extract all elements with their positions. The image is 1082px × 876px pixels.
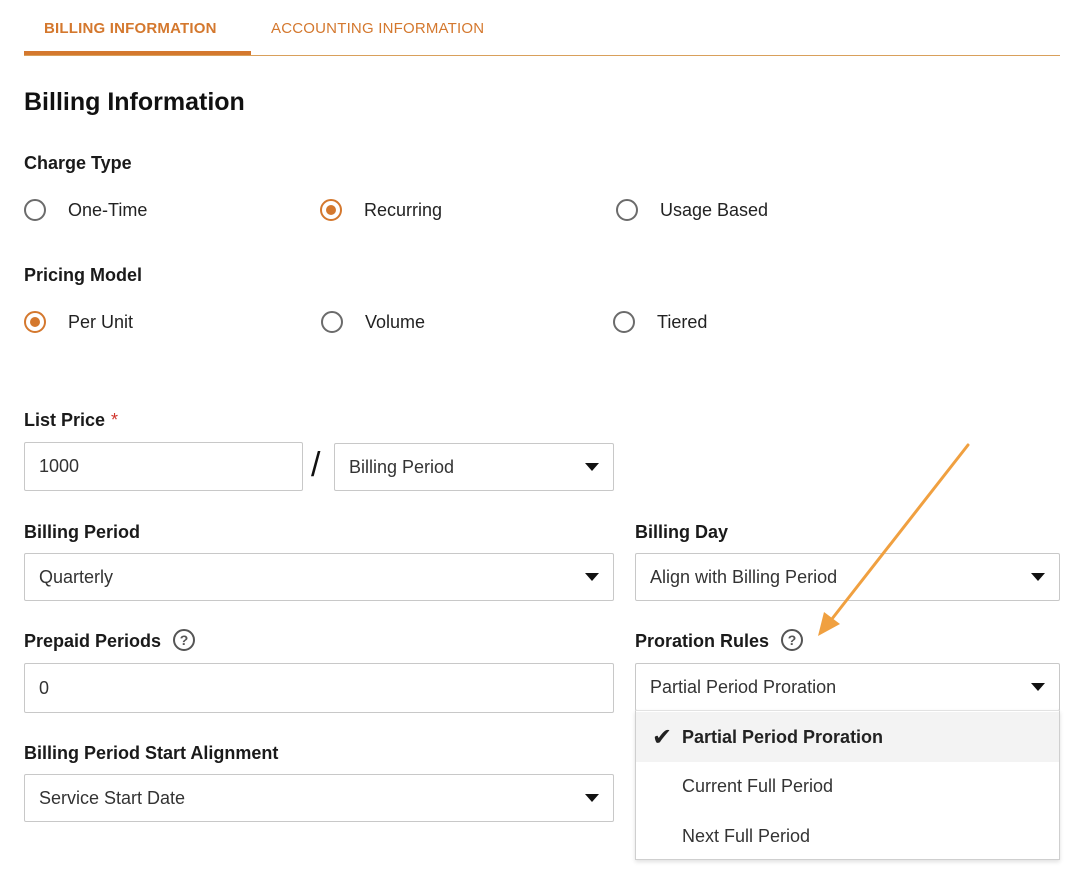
- proration-rules-label-text: Proration Rules: [635, 631, 770, 651]
- radio-volume[interactable]: Volume: [321, 311, 425, 333]
- question-circle-icon[interactable]: ?: [781, 629, 804, 652]
- radio-label: Usage Based: [660, 199, 769, 220]
- question-circle-icon[interactable]: ?: [173, 629, 196, 652]
- proration-rules-dropdown: ✔ Partial Period Proration Current Full …: [635, 710, 1060, 860]
- page-title: Billing Information: [24, 88, 245, 116]
- billing-period-value: Quarterly: [39, 566, 114, 587]
- radio-usage-based[interactable]: Usage Based: [616, 199, 768, 221]
- billing-day-select[interactable]: Align with Billing Period: [635, 553, 1060, 601]
- annotation-arrow-head: [818, 612, 840, 636]
- proration-rules-value: Partial Period Proration: [650, 676, 837, 697]
- prepaid-periods-input[interactable]: 0: [24, 663, 614, 713]
- price-per-value: Billing Period: [349, 456, 455, 477]
- start-alignment-label: Billing Period Start Alignment: [24, 743, 279, 763]
- radio-circle: [613, 311, 635, 333]
- charge-type-label: Charge Type: [24, 153, 132, 173]
- radio-per-unit[interactable]: Per Unit: [24, 311, 133, 333]
- price-separator: /: [311, 446, 321, 484]
- tab-billing-information[interactable]: BILLING INFORMATION: [44, 20, 217, 37]
- list-price-input[interactable]: 1000: [24, 442, 303, 491]
- caret-down-icon: [1031, 573, 1045, 581]
- prepaid-periods-label-text: Prepaid Periods: [24, 631, 162, 651]
- radio-recurring[interactable]: Recurring: [320, 199, 442, 221]
- start-alignment-select[interactable]: Service Start Date: [24, 774, 614, 822]
- required-marker: *: [111, 410, 119, 430]
- radio-tiered[interactable]: Tiered: [613, 311, 707, 333]
- list-price-label-text: List Price: [24, 410, 106, 430]
- tab-accounting-information[interactable]: ACCOUNTING INFORMATION: [271, 20, 484, 37]
- billing-day-label: Billing Day: [635, 522, 729, 542]
- dropdown-option-current-full-period[interactable]: Current Full Period: [636, 761, 1059, 811]
- radio-circle: [24, 199, 46, 221]
- radio-circle: [616, 199, 638, 221]
- radio-label: Volume: [365, 311, 426, 332]
- start-alignment-value: Service Start Date: [39, 787, 186, 808]
- caret-down-icon: [585, 573, 599, 581]
- billing-period-select[interactable]: Quarterly: [24, 553, 614, 601]
- radio-circle: [321, 311, 343, 333]
- price-per-select[interactable]: Billing Period: [334, 443, 614, 491]
- radio-label: Recurring: [364, 199, 443, 220]
- tab-bar: BILLING INFORMATION ACCOUNTING INFORMATI…: [24, 0, 1060, 56]
- option-label: Next Full Period: [682, 825, 811, 846]
- radio-one-time[interactable]: One-Time: [24, 199, 147, 221]
- active-tab-indicator: [24, 51, 251, 55]
- radio-label: Per Unit: [68, 311, 134, 332]
- option-label: Partial Period Proration: [682, 726, 884, 747]
- caret-down-icon: [585, 463, 599, 471]
- caret-down-icon: [1031, 683, 1045, 691]
- dropdown-option-partial-period-proration[interactable]: ✔ Partial Period Proration: [636, 712, 1059, 762]
- radio-circle-selected: [320, 199, 342, 221]
- dropdown-option-next-full-period[interactable]: Next Full Period: [636, 811, 1059, 861]
- billing-period-label: Billing Period: [24, 522, 141, 542]
- pricing-model-label: Pricing Model: [24, 265, 143, 285]
- radio-label: Tiered: [657, 311, 708, 332]
- radio-label: One-Time: [68, 199, 148, 220]
- billing-day-value: Align with Billing Period: [650, 566, 838, 587]
- caret-down-icon: [585, 794, 599, 802]
- prepaid-periods-label: Prepaid Periods?: [24, 629, 196, 653]
- radio-circle-selected: [24, 311, 46, 333]
- proration-rules-label: Proration Rules?: [635, 629, 804, 653]
- list-price-label: List Price *: [24, 410, 118, 431]
- option-label: Current Full Period: [682, 775, 834, 796]
- proration-rules-select[interactable]: Partial Period Proration: [635, 663, 1060, 711]
- checkmark-icon: ✔: [652, 723, 673, 751]
